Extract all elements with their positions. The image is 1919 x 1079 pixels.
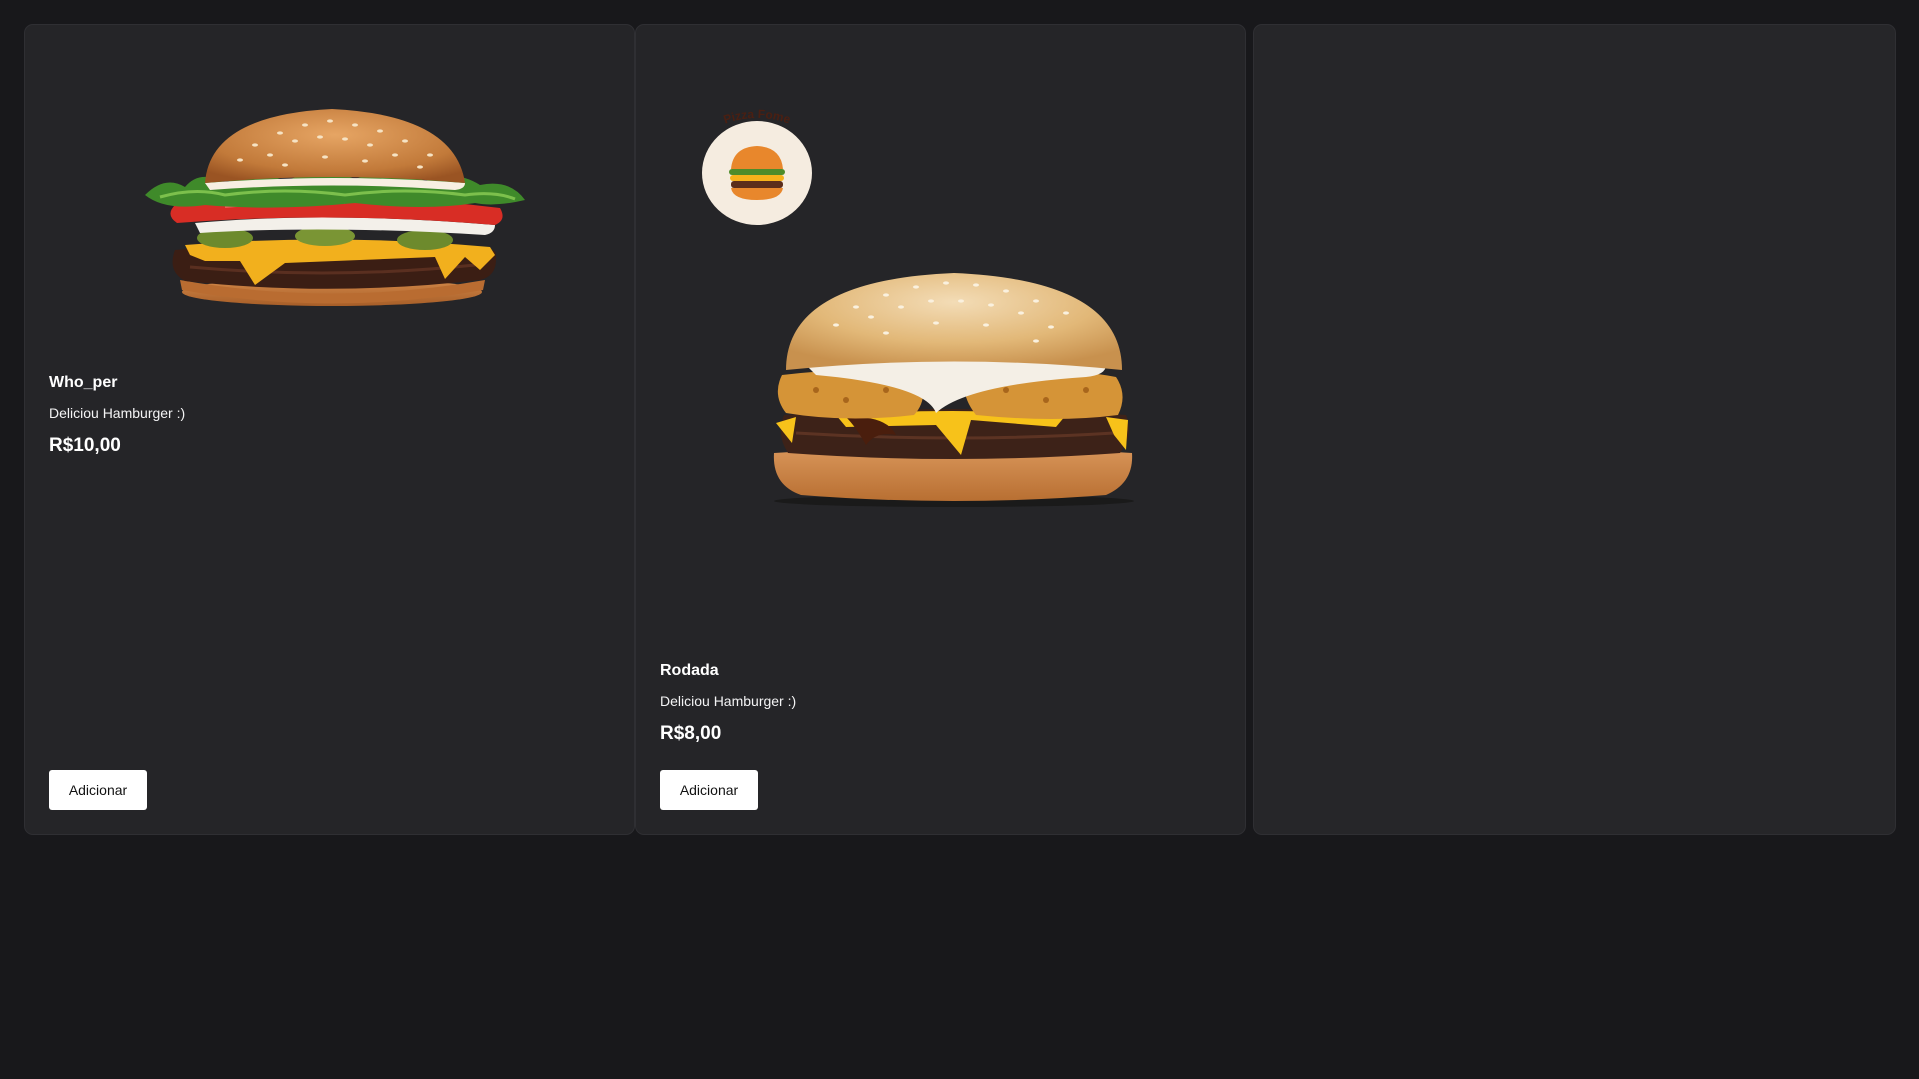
product-card: Who_per Deliciou Hamburger :) R$10,00 Ad…: [24, 24, 635, 835]
product-price: R$8,00: [660, 723, 722, 744]
product-description: Deliciou Hamburger :): [49, 405, 186, 421]
empty-product-card: [1253, 24, 1896, 835]
burger-icon: [729, 146, 785, 200]
store-logo: Pizza Fome: [699, 107, 815, 225]
product-description: Deliciou Hamburger :): [660, 693, 797, 709]
add-to-cart-button[interactable]: Adicionar: [49, 770, 147, 810]
rodada-burger-image: [636, 245, 1245, 515]
product-name: Who_per: [49, 374, 118, 391]
product-price: R$10,00: [49, 435, 121, 456]
product-card: Pizza Fome Rodada Deliciou Hamburger:) …: [635, 24, 1246, 835]
product-name: Rodada: [660, 662, 719, 679]
add-to-cart-button[interactable]: Adicionar: [660, 770, 758, 810]
whopper-burger-image: [25, 75, 634, 315]
product-grid: Who_per Deliciou Hamburger :) R$10,00 Ad…: [24, 24, 1896, 835]
